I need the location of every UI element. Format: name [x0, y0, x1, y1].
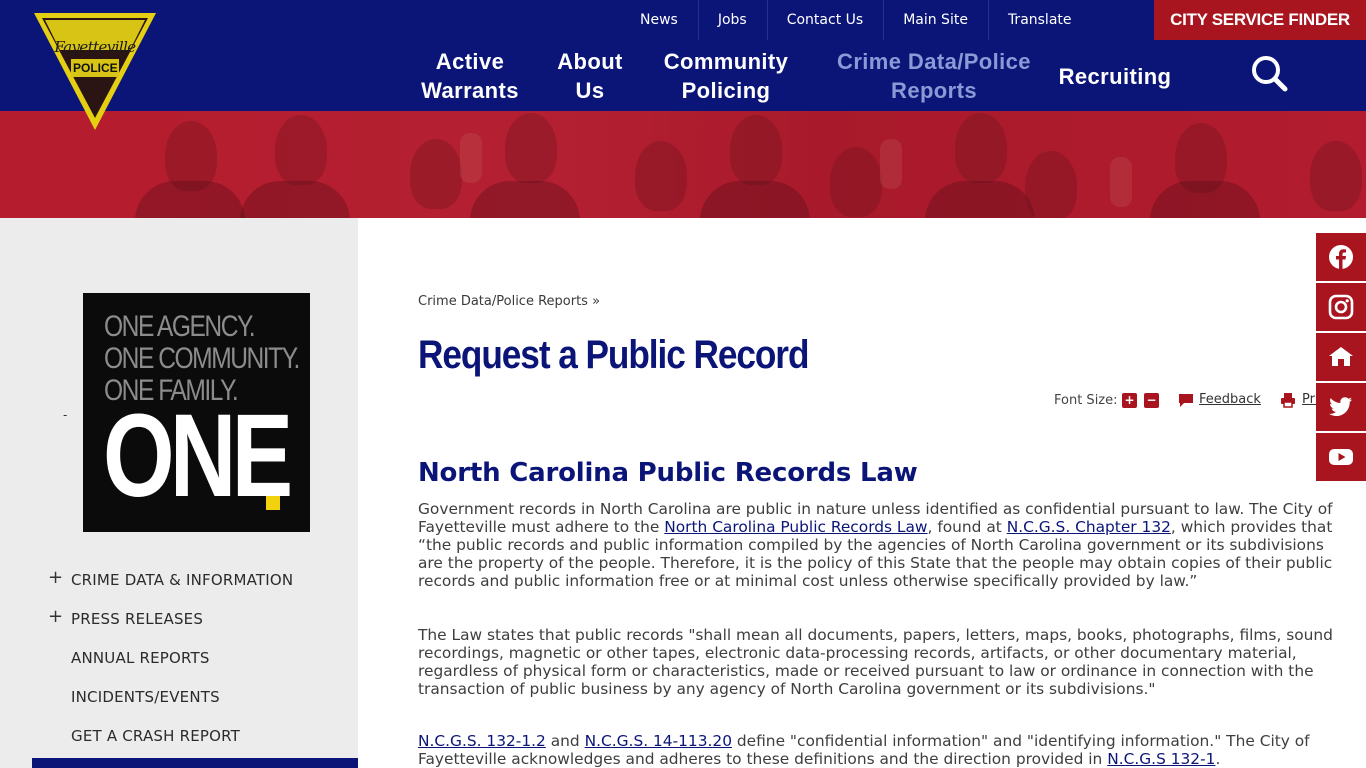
- ncgs-14-113-20-link[interactable]: N.C.G.S. 14-113.20: [585, 732, 732, 750]
- banner-figure: [240, 181, 350, 218]
- nextdoor-button[interactable]: [1316, 333, 1366, 381]
- utility-link-news[interactable]: News: [620, 0, 698, 40]
- one-agency-promo[interactable]: ONE AGENCY. ONE COMMUNITY. ONE FAMILY. O…: [83, 293, 310, 532]
- promo-yellow-dot: [266, 496, 280, 510]
- breadcrumb[interactable]: Crime Data/Police Reports »: [418, 294, 600, 309]
- nav-recruiting[interactable]: Recruiting: [1056, 46, 1174, 106]
- sidebar-item-press-releases[interactable]: + PRESS RELEASES: [0, 599, 358, 638]
- sidebar-item-crash-report[interactable]: GET A CRASH REPORT: [0, 716, 358, 755]
- font-increase-button[interactable]: +: [1122, 393, 1137, 408]
- twitter-button[interactable]: [1316, 383, 1366, 431]
- expand-plus-icon[interactable]: +: [48, 567, 63, 589]
- banner-figure: [460, 133, 482, 183]
- banner-figure: [730, 115, 782, 185]
- sidebar-item-label: INCIDENTS/EVENTS: [71, 688, 220, 706]
- city-service-finder-button[interactable]: CITY SERVICE FINDER: [1154, 0, 1366, 40]
- instagram-icon: [1328, 294, 1354, 320]
- banner-figure: [635, 141, 687, 211]
- site-header: News Jobs Contact Us Main Site Translate…: [0, 0, 1366, 111]
- nav-community-policing[interactable]: Community Policing: [660, 46, 792, 106]
- paragraph-text: .: [1215, 750, 1221, 768]
- paragraph-text: and: [545, 732, 585, 750]
- sidebar-dash: -: [63, 408, 68, 422]
- expand-plus-icon[interactable]: +: [48, 606, 63, 628]
- search-icon[interactable]: [1250, 54, 1288, 92]
- banner-figure: [470, 181, 580, 218]
- facebook-button[interactable]: [1316, 233, 1366, 281]
- sidebar-item-annual-reports[interactable]: ANNUAL REPORTS: [0, 638, 358, 677]
- banner-figure: [1025, 151, 1077, 218]
- paragraph-confidential-information: N.C.G.S. 132-1.2 and N.C.G.S. 14-113.20 …: [418, 732, 1348, 768]
- promo-line-community: ONE COMMUNITY.: [104, 342, 300, 375]
- utility-bar: News Jobs Contact Us Main Site Translate…: [0, 0, 1366, 40]
- ncgs-132-1-2-link[interactable]: N.C.G.S. 132-1.2: [418, 732, 546, 750]
- paragraph-text: , found at: [927, 518, 1007, 536]
- nav-crime-data-police-reports[interactable]: Crime Data/Police Reports: [832, 46, 1036, 106]
- ncgs-132-1-link[interactable]: N.C.G.S 132-1: [1107, 750, 1215, 768]
- page-title: Request a Public Record: [418, 333, 809, 377]
- sidebar-item-label: ANNUAL REPORTS: [71, 649, 210, 667]
- banner-figure: [275, 115, 327, 185]
- banner-figure: [880, 139, 902, 189]
- hero-banner: [0, 111, 1366, 218]
- feedback-link[interactable]: Feedback: [1199, 392, 1261, 407]
- utility-link-jobs[interactable]: Jobs: [697, 0, 767, 40]
- facebook-icon: [1329, 245, 1353, 269]
- sidebar-nav: + CRIME DATA & INFORMATION + PRESS RELEA…: [0, 560, 358, 755]
- utility-link-translate[interactable]: Translate: [987, 0, 1092, 40]
- police-logo[interactable]: Fayetteville POLICE: [32, 10, 158, 134]
- banner-figure: [700, 181, 810, 218]
- main-nav: Active Warrants About Us Community Polic…: [0, 40, 1366, 111]
- banner-figure: [955, 113, 1007, 183]
- print-icon: [1281, 393, 1295, 408]
- banner-figure: [410, 139, 462, 209]
- youtube-icon: [1329, 449, 1353, 465]
- utility-link-main-site[interactable]: Main Site: [883, 0, 988, 40]
- paragraph-public-records-law: Government records in North Carolina are…: [418, 500, 1348, 590]
- instagram-button[interactable]: [1316, 283, 1366, 331]
- sidebar-item-crime-data[interactable]: + CRIME DATA & INFORMATION: [0, 560, 358, 599]
- banner-figure: [505, 113, 557, 183]
- banner-figure: [830, 147, 882, 217]
- sidebar-item-label: CRIME DATA & INFORMATION: [71, 571, 294, 589]
- nav-active-warrants[interactable]: Active Warrants: [412, 46, 528, 106]
- banner-figure: [1150, 181, 1260, 218]
- logo-wordmark: Fayetteville: [54, 38, 136, 56]
- nextdoor-icon: [1329, 347, 1353, 366]
- sidebar-item-label: PRESS RELEASES: [71, 610, 204, 628]
- twitter-icon: [1329, 397, 1352, 416]
- promo-line-agency: ONE AGENCY.: [104, 310, 256, 343]
- font-size-label: Font Size:: [1054, 393, 1118, 408]
- ncgs-chapter-132-link[interactable]: N.C.G.S. Chapter 132: [1007, 518, 1171, 536]
- sidebar-item-incidents-events[interactable]: INCIDENTS/EVENTS: [0, 677, 358, 716]
- nc-public-records-law-link[interactable]: North Carolina Public Records Law: [664, 518, 927, 536]
- paragraph-public-records-definition: The Law states that public records "shal…: [418, 626, 1333, 698]
- banner-figure: [135, 181, 245, 218]
- social-bar: [1316, 233, 1366, 483]
- banner-figure: [1110, 157, 1132, 207]
- utility-link-contact-us[interactable]: Contact Us: [766, 0, 883, 40]
- font-decrease-button[interactable]: −: [1144, 393, 1159, 408]
- nav-about-us[interactable]: About Us: [548, 46, 632, 106]
- sidebar: ONE AGENCY. ONE COMMUNITY. ONE FAMILY. O…: [0, 218, 358, 768]
- youtube-button[interactable]: [1316, 433, 1366, 481]
- banner-figure: [1310, 141, 1362, 211]
- feedback-icon: [1179, 394, 1193, 407]
- sidebar-item-label: GET A CRASH REPORT: [71, 727, 241, 745]
- logo-badge-text: POLICE: [73, 61, 118, 75]
- promo-one-text: ONE: [103, 390, 293, 522]
- utility-links: News Jobs Contact Us Main Site Translate: [620, 0, 1092, 40]
- section-heading: North Carolina Public Records Law: [418, 458, 918, 488]
- banner-figure: [925, 181, 1035, 218]
- sidebar-active-item[interactable]: [32, 758, 358, 768]
- page-tools: Font Size: + − Feedback Print: [1054, 391, 1334, 411]
